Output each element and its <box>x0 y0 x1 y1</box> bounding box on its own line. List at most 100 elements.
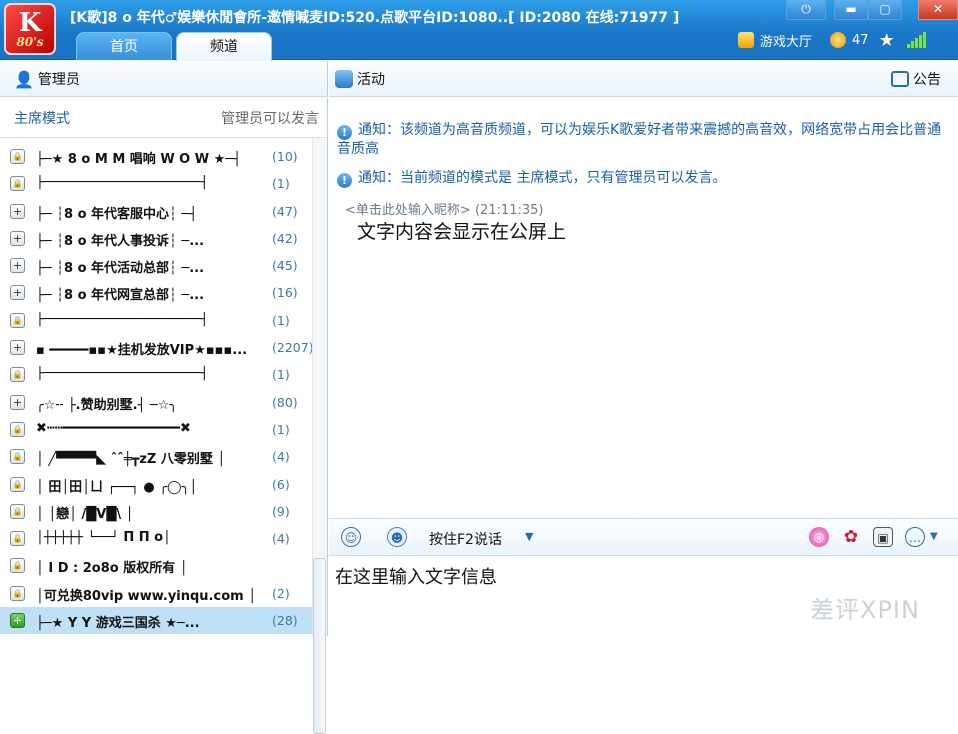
title-bar: K 80's [K歌]8 o 年代♂娱樂休閒會所-邀情喊麦ID:520.点歌平台… <box>0 0 958 61</box>
channel-row[interactable]: 🔒 │ I D : 2o8o 版权所有 │ <box>0 552 312 579</box>
channel-list: 🔒 ├─★ 8 o M M 唱响 W O W ★─┤ (10) 🔒 ├─────────… <box>0 143 314 635</box>
lock-icon[interactable]: 🔒 <box>10 476 25 492</box>
mode-name[interactable]: 主席模式 <box>14 108 70 128</box>
activity-header[interactable]: 活动 <box>335 69 385 89</box>
plus-icon[interactable]: + <box>10 285 25 301</box>
toolbox-icon[interactable]: ▣ <box>873 527 893 547</box>
message-time: (21:11:35) <box>474 203 544 218</box>
channel-row[interactable]: 🔒 ✖┅┅━━━━━━━━━━━━━━━✖ (1) <box>0 416 312 443</box>
channel-count: (45) <box>272 258 298 274</box>
chevron-down-icon[interactable]: ▼ <box>930 531 938 542</box>
tab-home[interactable]: 首页 <box>76 32 172 60</box>
channel-name: ├─ ┆8 o 年代网宣总部┆ ─... <box>36 288 205 304</box>
plus-icon[interactable]: + <box>10 258 25 274</box>
channel-name: ├─ ┆8 o 年代人事投诉┆ ─... <box>36 233 205 249</box>
power-icon: ⏻ <box>801 2 811 16</box>
channel-row[interactable]: + ├─ ┆8 o 年代活动总部┆ ─... (45) <box>0 252 312 279</box>
channel-row[interactable]: + ╭☆╌ ├.赞助别墅.┤ ─☆╮ (80) <box>0 389 312 416</box>
game-hall-link[interactable]: 游戏大厅 <box>760 31 812 50</box>
lock-icon[interactable]: 🔒 <box>10 176 25 192</box>
channel-row[interactable]: 🔒 ├────────────────────┤ (1) <box>0 170 312 197</box>
channel-name: │ 田│田│ㄩ ┌──┐ ● ╭◯╮│ <box>36 479 198 495</box>
user-icon: 👤 <box>14 69 34 89</box>
announce-label: 公告 <box>913 72 941 88</box>
star-icon[interactable]: ★ <box>879 30 895 51</box>
announce-button[interactable]: 公告 <box>891 69 941 89</box>
message-meta: <单击此处输入昵称> (21:11:35) <box>345 199 543 218</box>
lollipop-icon[interactable]: ◎ <box>809 527 829 547</box>
mode-desc: 管理员可以发言 <box>221 111 319 127</box>
channel-count: (2) <box>272 585 290 601</box>
plus-icon[interactable]: + <box>10 340 25 356</box>
channel-row[interactable]: 🔒 │ 田│田│ㄩ ┌──┐ ● ╭◯╮│ (6) <box>0 471 312 498</box>
lock-icon[interactable]: 🔒 <box>10 585 25 601</box>
plus-icon[interactable]: + <box>10 203 25 219</box>
channel-name: │ │戀│ /█V█\ │ <box>36 506 134 522</box>
coin-icon <box>830 32 847 48</box>
channel-row[interactable]: + ├─ ┆8 o 年代人事投诉┆ ─... (42) <box>0 225 312 252</box>
face-icon[interactable]: ☻ <box>387 527 407 547</box>
lock-icon[interactable]: 🔒 <box>10 149 25 164</box>
chat-icon[interactable]: … <box>905 527 925 547</box>
channel-row[interactable]: 🔒 ├────────────────────┤ (1) <box>0 307 312 334</box>
channel-name: ├────────────────────┤ <box>36 366 209 382</box>
notice-2: ! 通知：当前频道的模式是 主席模式，只有管理员可以发言。 <box>337 169 947 188</box>
push-to-talk-label[interactable]: 按住F2说话 <box>429 529 502 549</box>
channel-row[interactable]: + ├─ ┆8 o 年代客服中心┆ ─┤ (47) <box>0 198 312 225</box>
lock-icon[interactable]: 🔒 <box>10 421 25 437</box>
channel-name: ▪ ━━━━━▪▪★挂机发放VIP★▪▪▪... <box>36 343 248 359</box>
channel-row[interactable]: 🔒 │ ╱▀▀▀▀◣ ˆˆ╪┳zZ 八零别墅 │ (4) <box>0 443 312 470</box>
power-button[interactable]: ⏻ <box>786 0 826 20</box>
watermark: 差评XPIN <box>810 596 920 624</box>
lock-icon[interactable]: 🔒 <box>10 449 25 465</box>
channel-count: (1) <box>272 176 290 192</box>
channel-count: (42) <box>272 230 298 246</box>
channel-row[interactable]: 🔒 │┼┼┼┼┼ └──┘ Π Π o│ (4) <box>0 525 312 552</box>
nickname-link[interactable]: <单击此处输入昵称> <box>345 203 471 218</box>
channel-row[interactable]: 🔒 │可兑换80vip www.yinqu.com │ (2) <box>0 580 312 607</box>
rose-icon[interactable]: ✿ <box>841 527 861 547</box>
channel-row[interactable]: 🔒 ├─★ 8 o M M 唱响 W O W ★─┤ (10) <box>0 143 312 170</box>
minimize-icon: ▬ <box>845 2 857 16</box>
channel-count: (47) <box>272 203 298 219</box>
scrollbar-thumb[interactable] <box>313 558 326 734</box>
channel-count: (80) <box>272 394 298 410</box>
notice-1: ! 通知：该频道为高音质频道，可以为娱乐K歌爱好者带来震撼的高音效，网络宽带占用会… <box>337 121 947 158</box>
channel-row[interactable]: 🔒 │ │戀│ /█V█\ │ (9) <box>0 498 312 525</box>
logo-letter: K <box>18 8 42 38</box>
maximize-button[interactable]: ▢ <box>868 0 902 20</box>
minimize-button[interactable]: ▬ <box>834 0 868 20</box>
channel-count: (1) <box>272 312 290 328</box>
input-text[interactable]: 在这里输入文字信息 <box>335 563 497 589</box>
tab-channel[interactable]: 频道 <box>176 32 272 61</box>
channel-row[interactable]: 🔒 ├────────────────────┤ (1) <box>0 361 312 388</box>
channel-name: ├────────────────────┤ <box>36 311 209 327</box>
close-button[interactable]: ✕ <box>918 0 958 20</box>
plus-icon[interactable]: + <box>10 230 25 246</box>
status-area: 游戏大厅 47 ★ <box>738 30 926 51</box>
lock-icon[interactable]: 🔒 <box>10 531 25 547</box>
lock-icon[interactable]: 🔒 <box>10 558 25 574</box>
lock-icon[interactable]: 🔒 <box>10 312 25 328</box>
info-icon: ! <box>337 173 352 188</box>
channel-row[interactable]: + ├─ ┆8 o 年代网宣总部┆ ─... (16) <box>0 279 312 306</box>
channel-name: ✖┅┅━━━━━━━━━━━━━━━✖ <box>36 420 191 436</box>
close-icon: ✕ <box>932 2 944 16</box>
lock-icon[interactable]: 🔒 <box>10 367 25 383</box>
admin-header[interactable]: 👤 管理员 <box>14 69 80 89</box>
channel-name: ├─★ Y Y 游戏三国杀 ★─... <box>36 616 200 632</box>
message-text: 文字内容会显示在公屏上 <box>357 221 567 243</box>
channel-row[interactable]: + ├─★ Y Y 游戏三国杀 ★─... (28) <box>0 607 312 635</box>
channel-row[interactable]: + ▪ ━━━━━▪▪★挂机发放VIP★▪▪▪... (2207) <box>0 334 314 361</box>
plus-icon[interactable]: + <box>10 613 25 629</box>
chevron-down-icon[interactable]: ▼ <box>525 530 533 543</box>
lock-icon[interactable]: 🔒 <box>10 503 25 519</box>
game-hall-icon[interactable] <box>738 32 754 48</box>
channel-count: (4) <box>272 449 290 465</box>
activity-label: 活动 <box>357 72 385 88</box>
channel-name: ├─ ┆8 o 年代客服中心┆ ─┤ <box>36 206 198 222</box>
plus-icon[interactable]: + <box>10 394 25 410</box>
channel-name: │可兑换80vip www.yinqu.com │ <box>36 588 257 604</box>
channel-count: (1) <box>272 421 290 437</box>
font-icon[interactable]: ☺ <box>341 527 361 547</box>
